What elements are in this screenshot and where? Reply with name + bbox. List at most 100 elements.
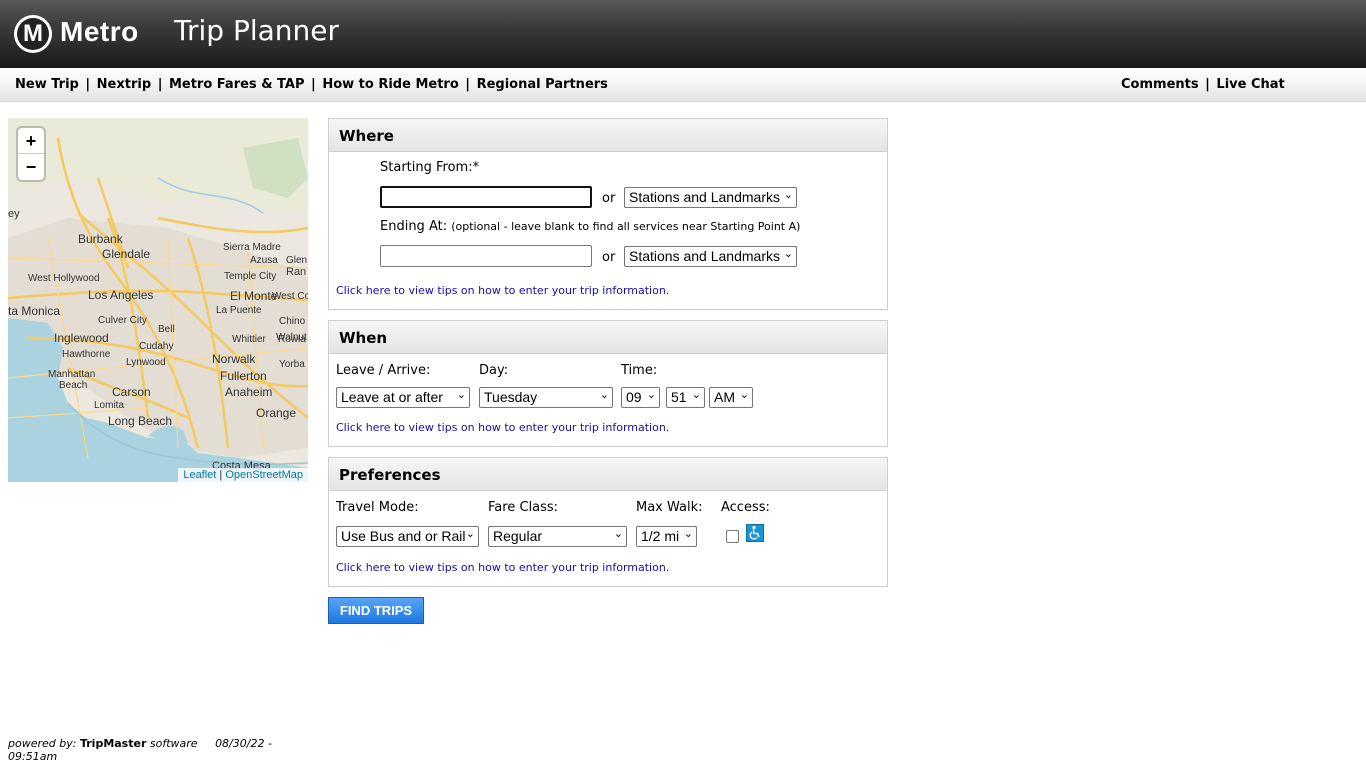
fare-class-select[interactable]: Regular ⌄ [488,526,627,547]
preferences-panel: Preferences Travel Mode: Fare Class: Max… [328,457,888,587]
hour-select[interactable]: 09 ⌄ [621,387,660,408]
nav-live-chat[interactable]: Live Chat [1216,77,1284,92]
when-panel: When Leave / Arrive: Day: Time: Leave at… [328,320,888,447]
find-trips-button[interactable]: FIND TRIPS [328,597,424,624]
footer: powered by: TripMaster software 08/30/22… [8,737,288,763]
select-value: 51 [671,389,687,405]
chevron-down-icon: ⌄ [683,528,693,540]
select-value: 09 [626,389,642,405]
where-heading: Where [329,119,887,152]
leave-arrive-select[interactable]: Leave at or after ⌄ [336,387,470,408]
map-label: Burbank [78,232,123,246]
max-walk-select[interactable]: 1/2 mi ⌄ [636,526,697,547]
chevron-down-icon: ⌄ [456,389,466,401]
select-value: Leave at or after [341,389,443,405]
metro-logo-icon[interactable]: M [14,15,52,53]
map-label: Glendale [102,247,151,261]
or-label: or [602,191,616,206]
nav-separator: | [311,77,316,92]
chevron-down-icon: ⌄ [739,389,749,401]
preferences-tips-link[interactable]: Click here to view tips on how to enter … [336,561,669,574]
nav-new-trip[interactable]: New Trip [15,77,79,92]
app-header: M Metro Trip Planner [0,0,1366,68]
ending-at-note: (optional - leave blank to find all serv… [451,220,801,233]
attribution-separator: | [219,469,223,481]
map-label: Long Beach [108,414,173,428]
map-label: ta Monica [8,304,61,318]
map-label: Norwalk [212,352,256,366]
travel-mode-select[interactable]: Use Bus and or Rail ⌄ [336,526,479,547]
leave-arrive-label: Leave / Arrive: [336,363,431,378]
where-panel: Where Starting From:* or Stations and La… [328,118,888,310]
map-label: Bell [158,324,175,335]
map-label: Yorba [279,359,305,370]
max-walk-label: Max Walk: [636,500,703,515]
select-value: Regular [493,528,543,544]
primary-nav: New Trip | Nextrip | Metro Fares & TAP |… [15,77,608,92]
select-value: Tuesday [484,389,538,405]
map-label: West Co [272,291,308,302]
map-label: Ran [286,266,307,278]
zoom-out-button[interactable]: − [18,154,44,180]
minute-select[interactable]: 51 ⌄ [666,387,705,408]
starting-from-input[interactable] [380,186,592,208]
when-heading: When [329,321,887,354]
nav-nextrip[interactable]: Nextrip [97,77,151,92]
nav-separator: | [1205,77,1210,92]
zoom-in-button[interactable]: + [18,128,44,154]
powered-by-text: powered by: [8,737,77,750]
software-text: software [149,737,198,750]
nav-regional-partners[interactable]: Regional Partners [477,77,608,92]
map-label: Carson [112,385,151,399]
day-select[interactable]: Tuesday ⌄ [479,387,613,408]
where-tips-link[interactable]: Click here to view tips on how to enter … [336,284,669,297]
nav-separator: | [157,77,163,92]
nav-fares-tap[interactable]: Metro Fares & TAP [169,77,305,92]
map-label: Sierra Madre [223,242,281,253]
map-label: Lynwood [126,357,166,368]
starting-from-label: Starting From:* [380,160,480,175]
chevron-down-icon: ⌄ [783,189,793,201]
trip-map[interactable]: ey Burbank Glendale Sierra Madre Azusa G… [8,118,308,482]
map-label: Glen [286,255,308,266]
map-label: ey [8,208,20,220]
ampm-select[interactable]: AM ⌄ [709,387,753,408]
map-label: Temple City [224,271,277,282]
preferences-heading: Preferences [329,458,887,491]
logo-letter: M [17,18,49,50]
map-label: La Puente [216,305,262,316]
chevron-down-icon: ⌄ [465,528,475,540]
secondary-nav: Comments | Live Chat [1121,77,1285,92]
access-checkbox[interactable] [726,530,739,543]
page-title: Trip Planner [174,14,340,47]
ending-at-input[interactable] [380,245,592,267]
nav-how-to-ride[interactable]: How to Ride Metro [322,77,458,92]
chevron-down-icon: ⌄ [613,528,623,540]
access-label: Access: [721,500,770,515]
openstreetmap-link[interactable]: OpenStreetMap [225,469,303,481]
logo-wordmark[interactable]: Metro [60,16,139,48]
or-label: or [602,250,616,265]
map-label: Fullerton [220,369,267,383]
nav-separator: | [465,77,471,92]
select-value: 1/2 mi [641,528,680,544]
starting-landmarks-select[interactable]: Stations and Landmarks ⌄ [624,187,797,208]
nav-comments[interactable]: Comments [1121,77,1199,92]
map-label: Hawthorne [62,349,111,360]
map-label: Rowla [278,334,306,345]
chevron-down-icon: ⌄ [599,389,609,401]
select-value: Stations and Landmarks [629,248,780,264]
when-tips-link[interactable]: Click here to view tips on how to enter … [336,421,669,434]
product-name: TripMaster [79,737,147,750]
map-label: Azusa [250,255,278,266]
ending-landmarks-select[interactable]: Stations and Landmarks ⌄ [624,246,797,267]
map-attribution: Leaflet | OpenStreetMap [178,468,308,482]
ending-at-text: Ending At: [380,219,448,234]
zoom-control: + − [18,128,44,180]
map-label: Cudahy [139,341,174,352]
leaflet-link[interactable]: Leaflet [183,469,216,481]
map-label: Anaheim [225,385,273,399]
fare-class-label: Fare Class: [488,500,559,515]
map-label: Inglewood [54,331,109,345]
map-label: Lomita [94,400,125,411]
